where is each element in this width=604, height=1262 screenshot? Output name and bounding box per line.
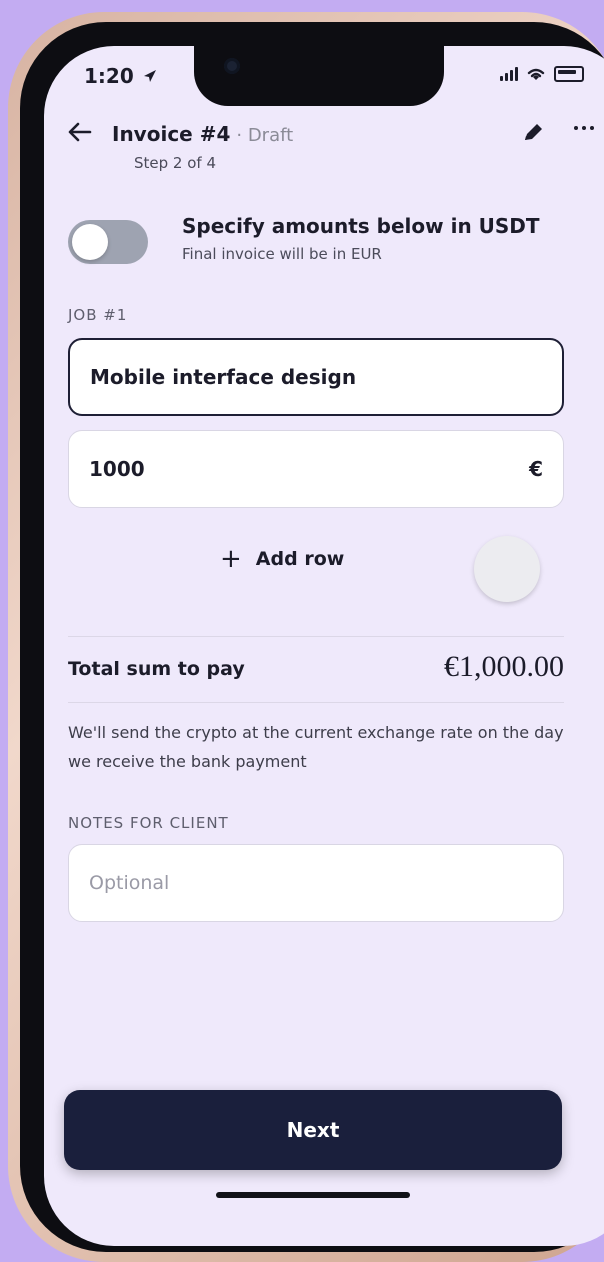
invoice-form: Invoice #4 · Draft Step 2 of 4 Specify am… [44, 46, 604, 1246]
add-row-label: Add row [255, 548, 345, 570]
euro-currency-icon: € [529, 457, 543, 481]
touch-indicator [474, 536, 540, 602]
toggle-knob [72, 224, 108, 260]
more-options-icon[interactable] [574, 126, 594, 130]
step-indicator: Step 2 of 4 [134, 154, 217, 172]
pencil-icon[interactable] [520, 120, 546, 150]
divider [68, 702, 564, 703]
usdt-toggle[interactable] [68, 220, 148, 264]
home-indicator [216, 1192, 410, 1198]
amount-value: 1000 [89, 457, 145, 481]
app-screen: 1:20 Invoice #4 · Draft Step 2 of 4 Spec… [44, 46, 604, 1246]
top-bar: Invoice #4 · Draft [44, 116, 604, 156]
toggle-title: Specify amounts below in USDT [182, 214, 540, 238]
job-name-input[interactable]: Mobile interface design [68, 338, 564, 416]
invoice-title: Invoice #4 [112, 122, 231, 146]
divider [68, 636, 564, 637]
next-button[interactable]: Next [64, 1090, 562, 1170]
add-row-button[interactable]: + Add row [220, 546, 344, 572]
total-value: €1,000.00 [444, 650, 564, 683]
back-arrow-icon[interactable] [64, 116, 96, 148]
notes-label: NOTES FOR CLIENT [68, 814, 229, 832]
page-title: Invoice #4 · Draft [112, 122, 293, 146]
notes-input[interactable]: Optional [68, 844, 564, 922]
job-amount-input[interactable]: 1000 € [68, 430, 564, 508]
notes-placeholder: Optional [89, 872, 170, 894]
job-name-value: Mobile interface design [90, 365, 357, 389]
exchange-rate-note: We'll send the crypto at the current exc… [68, 723, 564, 771]
draft-status: · Draft [236, 125, 294, 146]
job-label: JOB #1 [68, 306, 128, 324]
total-label: Total sum to pay [68, 658, 245, 680]
plus-icon: + [220, 544, 242, 574]
toggle-subtitle: Final invoice will be in EUR [182, 245, 382, 263]
